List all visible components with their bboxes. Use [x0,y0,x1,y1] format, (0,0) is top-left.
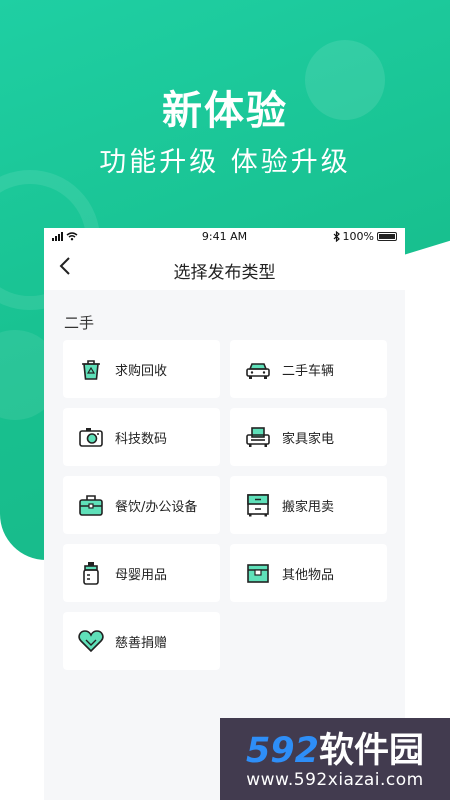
car-icon [244,355,272,383]
battery-percent: 100% [342,230,374,243]
category-office[interactable]: 餐饮/办公设备 [63,476,220,534]
category-recycle[interactable]: 求购回收 [63,340,220,398]
watermark-number: 592 [245,731,320,771]
sofa-icon [244,423,272,451]
category-baby[interactable]: 母婴用品 [63,544,220,602]
category-label: 母婴用品 [115,567,168,583]
status-bar: 9:41 AM 100% [44,228,405,246]
heart-icon [77,627,105,655]
category-label: 二手车辆 [282,363,335,379]
status-right: 100% [333,230,397,243]
watermark-logo: 592软件园 www.592xiazai.com [220,718,450,800]
category-vehicle[interactable]: 二手车辆 [230,340,387,398]
nav-bar: 选择发布类型 [44,246,405,290]
category-moving-sale[interactable]: 搬家甩卖 [230,476,387,534]
category-digital[interactable]: 科技数码 [63,408,220,466]
category-label: 餐饮/办公设备 [115,499,198,515]
cabinet-icon [244,491,272,519]
phone-screen: 9:41 AM 100% 选择发布类型 二手 求购回收 二手车辆 科技数码 家具… [44,228,405,800]
promo-headline: 新体验 [162,88,288,134]
baby-bottle-icon [77,559,105,587]
category-label: 慈善捐赠 [115,635,168,651]
category-label: 家具家电 [282,431,335,447]
category-charity[interactable]: 慈善捐赠 [63,612,220,670]
promo-subheadline: 功能升级 体验升级 [99,147,351,178]
battery-icon [377,232,397,241]
recycle-bin-icon [77,355,105,383]
category-label: 科技数码 [115,431,168,447]
section-title: 二手 [64,314,95,332]
box-icon [244,559,272,587]
category-furniture[interactable]: 家具家电 [230,408,387,466]
briefcase-icon [77,491,105,519]
camera-icon [77,423,105,451]
category-other[interactable]: 其他物品 [230,544,387,602]
watermark-brand: 软件园 [319,731,425,771]
category-label: 其他物品 [282,567,335,583]
category-label: 搬家甩卖 [282,499,335,515]
page-title: 选择发布类型 [173,263,276,283]
category-label: 求购回收 [115,363,168,379]
watermark-url: www.592xiazai.com [246,770,424,790]
bluetooth-icon [333,231,340,242]
